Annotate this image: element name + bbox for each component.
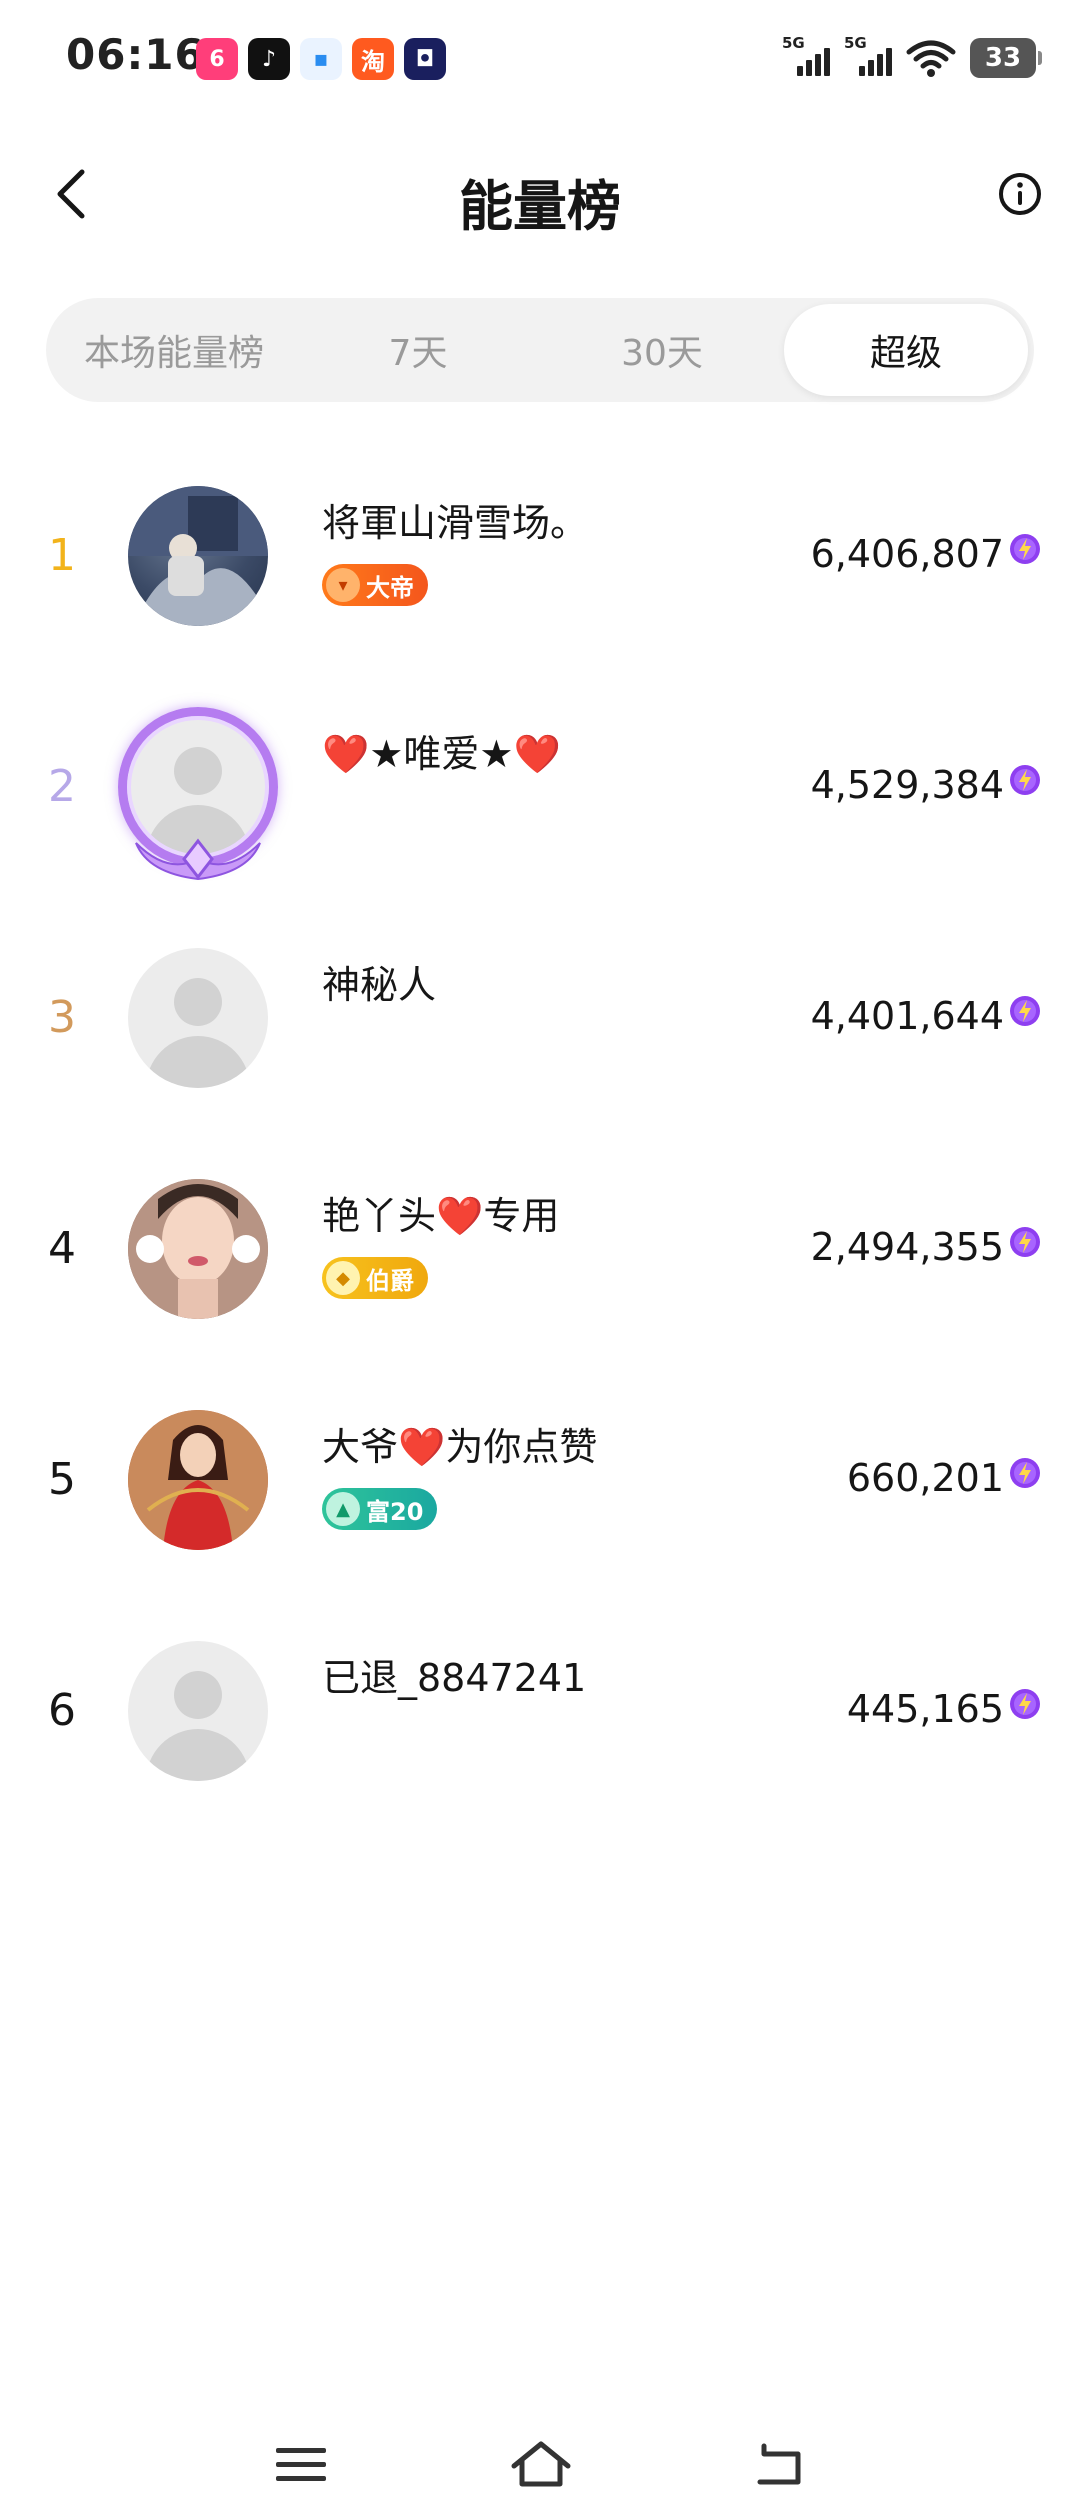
ranking-period-tabs: 本场能量榜 7天 30天 超级: [46, 298, 1034, 402]
video-app-icon: 6: [196, 38, 238, 80]
ranking-row[interactable]: 4 艳丫头❤️专用 ◆ 伯爵 2,494,355: [0, 1143, 1080, 1374]
ranking-row[interactable]: 3 神秘人 4,401,644: [0, 912, 1080, 1143]
lightning-energy-icon: [1010, 765, 1040, 795]
ranking-list: 1 将軍山滑雪场。 ▾ 大帝 6,406,807 2 ❤️★唯爱★❤️ 4,52…: [0, 450, 1080, 1836]
chat-app-icon: ◘: [404, 38, 446, 80]
rank-number: 3: [48, 992, 76, 1043]
chevron-down-badge-icon: ▾: [326, 568, 360, 602]
tab-super[interactable]: 超级: [784, 304, 1028, 396]
signal-icon: 5G: [782, 34, 830, 80]
home-icon[interactable]: [506, 2434, 576, 2494]
avatar[interactable]: [128, 948, 268, 1088]
avatar[interactable]: [128, 1410, 268, 1550]
back-nav-icon[interactable]: [746, 2434, 816, 2494]
crown-wings-icon: [135, 838, 261, 881]
avatar-photo: [128, 486, 268, 626]
avatar[interactable]: [128, 486, 268, 626]
tab-7-days[interactable]: 7天: [296, 304, 540, 396]
level-badge: ◆ 伯爵: [322, 1257, 428, 1299]
user-name: 神秘人: [322, 963, 437, 1007]
energy-score: 4,401,644: [810, 994, 1004, 1038]
wealth-badge: ▲ 富20: [322, 1488, 438, 1530]
cloud-app-icon: ▪: [300, 38, 342, 80]
badge-label: 大帝: [366, 573, 414, 602]
rank-number: 2: [48, 761, 76, 812]
avatar[interactable]: [128, 1641, 268, 1781]
avatar[interactable]: [128, 1179, 268, 1319]
level-badge: ▾ 大帝: [322, 564, 428, 606]
signal-icon: 5G: [844, 34, 892, 80]
wifi-icon: [906, 40, 956, 77]
header: 能量榜: [0, 140, 1080, 250]
rank-number: 5: [48, 1454, 76, 1505]
ranking-row[interactable]: 5 大爷❤️为你点赞 ▲ 富20 660,201: [0, 1374, 1080, 1605]
lightning-energy-icon: [1010, 996, 1040, 1026]
diamond-badge-icon: ◆: [326, 1261, 360, 1295]
page-title: 能量榜: [459, 175, 621, 238]
user-name: 已退_8847241: [322, 1656, 587, 1700]
badge-label: 富20: [366, 1497, 424, 1526]
tiktok-icon: ♪: [248, 38, 290, 80]
taobao-icon: 淘: [352, 38, 394, 80]
tab-current-session[interactable]: 本场能量榜: [52, 304, 296, 396]
ranking-row[interactable]: 1 将軍山滑雪场。 ▾ 大帝 6,406,807: [0, 450, 1080, 681]
energy-score: 2,494,355: [810, 1225, 1004, 1269]
lightning-energy-icon: [1010, 1458, 1040, 1488]
user-name: 大爷❤️为你点赞: [322, 1425, 598, 1469]
energy-score: 660,201: [846, 1456, 1004, 1500]
rank-number: 6: [48, 1685, 76, 1736]
energy-score: 445,165: [846, 1687, 1004, 1731]
info-icon[interactable]: [994, 168, 1046, 220]
status-bar: 06:16 6 ♪ ▪ 淘 ◘ 5G 5G 33: [0, 0, 1080, 116]
battery-icon: 33: [970, 38, 1042, 78]
lightning-energy-icon: [1010, 1227, 1040, 1257]
badge-label: 伯爵: [366, 1266, 414, 1295]
system-status-icons: 5G 5G 33: [782, 34, 1042, 80]
energy-score: 6,406,807: [810, 532, 1004, 576]
energy-score: 4,529,384: [810, 763, 1004, 807]
menu-icon[interactable]: [266, 2434, 336, 2494]
rank-number: 4: [48, 1223, 76, 1274]
user-name: 将軍山滑雪场。: [322, 501, 589, 545]
rank-number: 1: [48, 530, 76, 581]
status-time: 06:16: [66, 30, 205, 79]
notification-app-icons: 6 ♪ ▪ 淘 ◘: [196, 38, 446, 80]
triangle-badge-icon: ▲: [326, 1492, 360, 1526]
system-nav-bar: [0, 2420, 1080, 2520]
avatar-photo: [128, 1410, 268, 1550]
lightning-energy-icon: [1010, 1689, 1040, 1719]
avatar-photo: [128, 1179, 268, 1319]
user-name: 艳丫头❤️专用: [322, 1194, 560, 1238]
user-name: ❤️★唯爱★❤️: [322, 732, 561, 776]
tab-30-days[interactable]: 30天: [540, 304, 784, 396]
ranking-row[interactable]: 2 ❤️★唯爱★❤️ 4,529,384: [0, 681, 1080, 912]
lightning-energy-icon: [1010, 534, 1040, 564]
ranking-row[interactable]: 6 已退_8847241 445,165: [0, 1605, 1080, 1836]
